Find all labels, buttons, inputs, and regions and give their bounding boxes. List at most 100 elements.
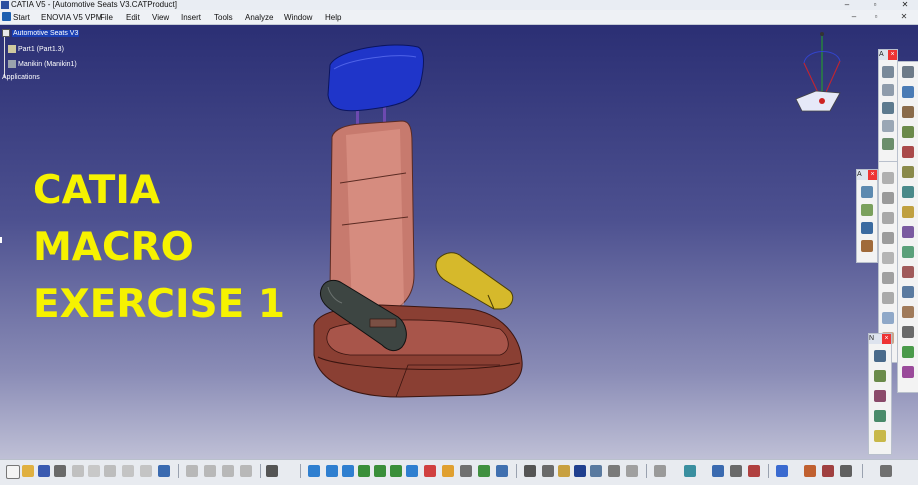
sketch-icon[interactable]: [882, 66, 894, 78]
save-icon[interactable]: [38, 465, 50, 477]
capture-icon[interactable]: [266, 465, 278, 477]
doc-restore-button[interactable]: ▫: [868, 10, 884, 24]
assembly-icon[interactable]: [861, 186, 873, 198]
multi-view-icon[interactable]: [406, 465, 418, 477]
material-icon[interactable]: [822, 465, 834, 477]
swap-icon[interactable]: [478, 465, 490, 477]
toolbar-right-top[interactable]: A ×: [878, 49, 898, 163]
sweep-icon[interactable]: [902, 166, 914, 178]
sphere-icon[interactable]: [608, 465, 620, 477]
circle-icon[interactable]: [882, 120, 894, 132]
toolbar-right-mid[interactable]: A ×: [856, 169, 878, 263]
line-icon[interactable]: [902, 86, 914, 98]
toolbar-close-icon[interactable]: ×: [882, 334, 891, 344]
menu-analyze[interactable]: Analyze: [245, 13, 273, 22]
fit-all-icon[interactable]: [308, 465, 320, 477]
extrude-icon[interactable]: [902, 126, 914, 138]
hide-show-icon[interactable]: [460, 465, 472, 477]
symmetry-icon[interactable]: [902, 306, 914, 318]
comment-icon[interactable]: [542, 465, 554, 477]
manipulate-icon[interactable]: [712, 465, 724, 477]
rotate-view-icon[interactable]: [342, 465, 354, 477]
angle-icon[interactable]: [882, 252, 894, 264]
doc-close-button[interactable]: ✕: [896, 10, 912, 24]
compass-widget[interactable]: [792, 31, 852, 121]
pan-icon[interactable]: [186, 465, 198, 477]
menu-enovia[interactable]: ENOVIA V5 VPM: [41, 13, 102, 22]
print-icon[interactable]: [54, 465, 66, 477]
compass-icon[interactable]: [654, 465, 666, 477]
analysis-icon[interactable]: [902, 366, 914, 378]
transform-icon[interactable]: [902, 286, 914, 298]
fly-icon[interactable]: [222, 465, 234, 477]
reach-icon[interactable]: [874, 410, 886, 422]
clash-icon[interactable]: [748, 465, 760, 477]
toolbar-right-low[interactable]: N ×: [868, 333, 892, 455]
menu-help[interactable]: Help: [325, 13, 341, 22]
product-tool-icon[interactable]: [574, 465, 586, 477]
point-icon[interactable]: [902, 66, 914, 78]
restore-button[interactable]: ▫: [866, 0, 884, 10]
fix-together-icon[interactable]: [882, 272, 894, 284]
join-icon[interactable]: [902, 206, 914, 218]
menu-view[interactable]: View: [152, 13, 169, 22]
quick-constraint-icon[interactable]: [882, 292, 894, 304]
toolbar-close-icon[interactable]: ×: [868, 170, 877, 180]
paste-icon[interactable]: [104, 465, 116, 477]
revolve-icon[interactable]: [902, 146, 914, 158]
cut-icon[interactable]: [72, 465, 84, 477]
offset-icon[interactable]: [882, 232, 894, 244]
select-icon[interactable]: [240, 465, 252, 477]
menu-file[interactable]: File: [100, 13, 113, 22]
constraint-icon[interactable]: [882, 102, 894, 114]
replace-component-icon[interactable]: [861, 240, 873, 252]
render-icon[interactable]: [804, 465, 816, 477]
shading-icon[interactable]: [442, 465, 454, 477]
close-button[interactable]: ✕: [896, 0, 914, 10]
menu-edit[interactable]: Edit: [126, 13, 140, 22]
split-icon[interactable]: [902, 226, 914, 238]
formula-icon[interactable]: [496, 465, 508, 477]
explode-icon[interactable]: [730, 465, 742, 477]
reset-icon[interactable]: [626, 465, 638, 477]
section-icon[interactable]: [776, 465, 788, 477]
redo-icon[interactable]: [140, 465, 152, 477]
extrapolate-icon[interactable]: [902, 326, 914, 338]
minimize-button[interactable]: ‒: [838, 0, 856, 10]
zoom-in-icon[interactable]: [358, 465, 370, 477]
menu-insert[interactable]: Insert: [181, 13, 201, 22]
toolbar-right-edge[interactable]: [897, 61, 918, 393]
plane-icon[interactable]: [902, 106, 914, 118]
new-icon[interactable]: [6, 465, 20, 479]
3d-viewport[interactable]: Automotive Seats V3 Part1 (Part1.3) Mani…: [0, 25, 918, 459]
component-icon[interactable]: [861, 204, 873, 216]
undo-icon[interactable]: [122, 465, 134, 477]
pan-view-icon[interactable]: [326, 465, 338, 477]
open-icon[interactable]: [22, 465, 34, 477]
ergonomics-icon[interactable]: [874, 430, 886, 442]
existing-component-icon[interactable]: [861, 222, 873, 234]
light-icon[interactable]: [840, 465, 852, 477]
menu-start[interactable]: Start: [13, 13, 30, 22]
normal-view-icon[interactable]: [390, 465, 402, 477]
fill-icon[interactable]: [902, 186, 914, 198]
copy-icon[interactable]: [88, 465, 100, 477]
toolbar-close-icon[interactable]: ×: [888, 50, 897, 60]
zoom-out-icon[interactable]: [374, 465, 386, 477]
trim-icon[interactable]: [902, 246, 914, 258]
contact-icon[interactable]: [882, 212, 894, 224]
fillet-icon[interactable]: [902, 266, 914, 278]
whatsthis-icon[interactable]: [158, 465, 170, 477]
catalog-icon[interactable]: [590, 465, 602, 477]
graph-icon[interactable]: [880, 465, 892, 477]
menu-window[interactable]: Window: [284, 13, 312, 22]
doc-minimize-button[interactable]: ‒: [846, 10, 862, 24]
vision-icon[interactable]: [874, 390, 886, 402]
constraint-fix-icon[interactable]: [882, 172, 894, 184]
coincidence-icon[interactable]: [882, 192, 894, 204]
profile-icon[interactable]: [882, 84, 894, 96]
update-icon[interactable]: [882, 312, 894, 324]
spline-icon[interactable]: [882, 138, 894, 150]
menu-tools[interactable]: Tools: [214, 13, 233, 22]
formula-fx-icon[interactable]: [524, 465, 536, 477]
